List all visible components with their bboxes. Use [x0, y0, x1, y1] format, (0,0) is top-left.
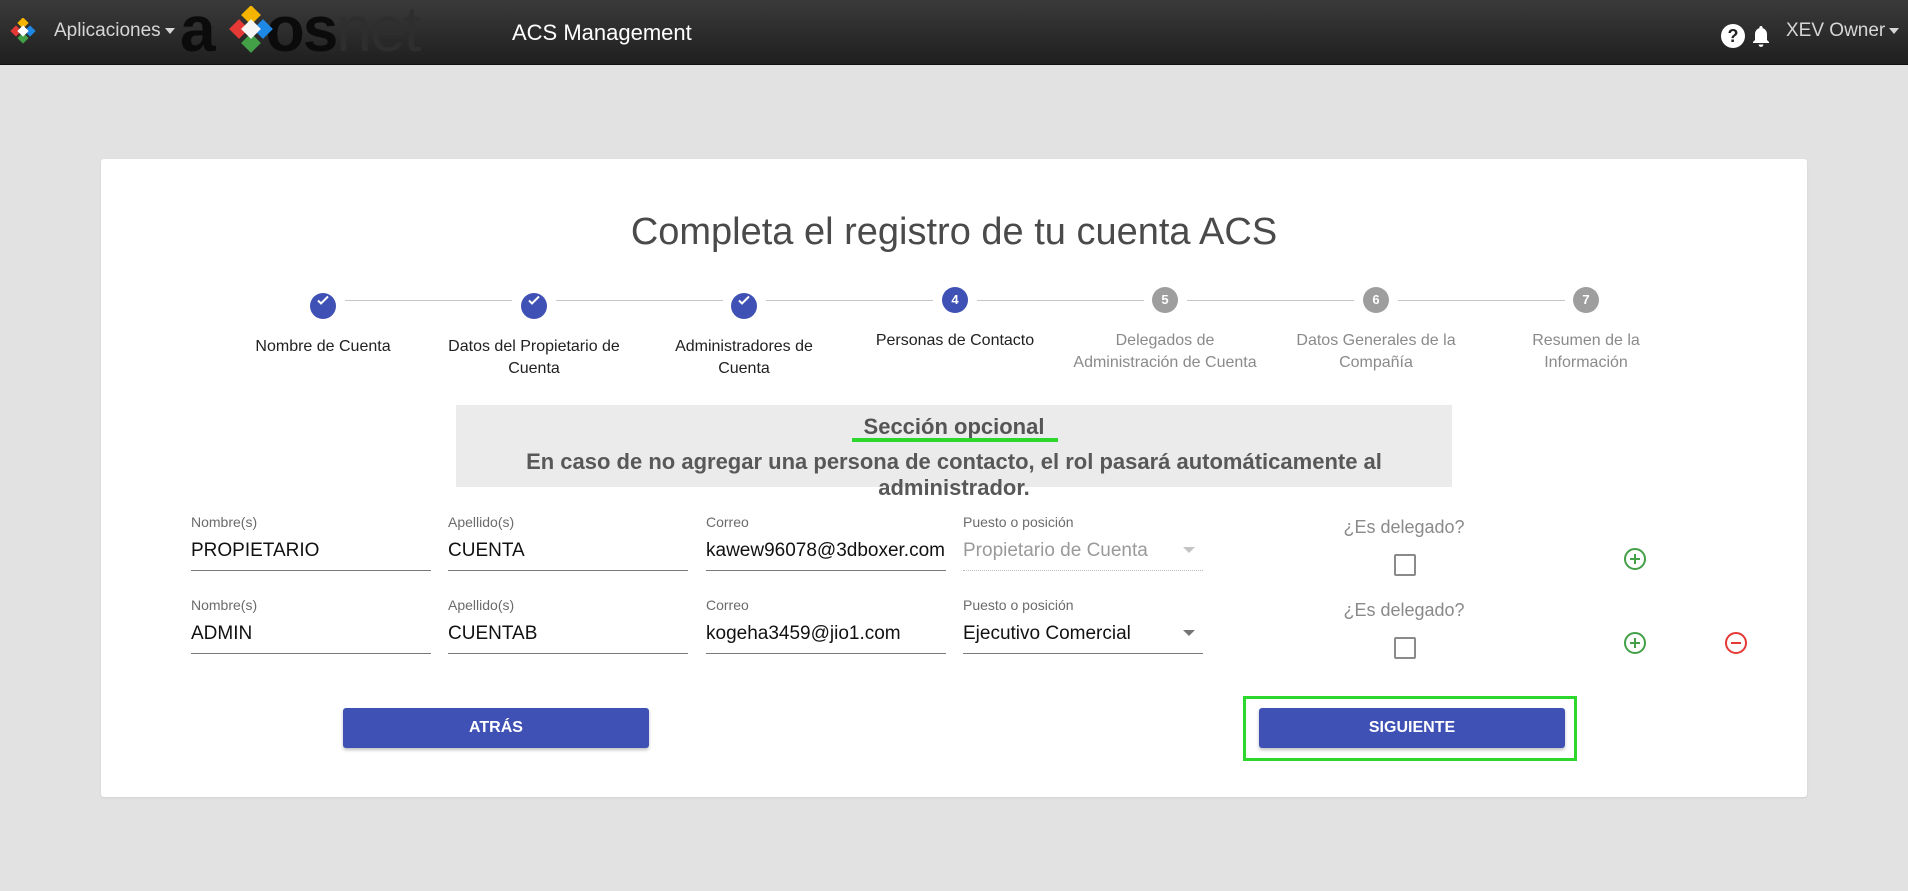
last-name-input[interactable]: CUENTAB — [448, 615, 688, 654]
email-input[interactable]: kogeha3459@jio1.com — [706, 615, 946, 654]
app-title: ACS Management — [512, 20, 692, 45]
position-select-value[interactable]: Ejecutivo Comercial — [963, 615, 1203, 654]
caret-down-icon — [1889, 27, 1900, 34]
help-icon[interactable]: ? — [1721, 24, 1745, 48]
check-icon — [521, 293, 547, 319]
step-label: Personas de Contacto — [875, 332, 1035, 349]
next-button[interactable]: SIGUIENTE — [1259, 708, 1565, 748]
last-name-field[interactable]: Apellido(s) CUENTA — [448, 514, 688, 571]
position-select: Puesto o posición Propietario de Cuenta — [963, 514, 1203, 571]
top-navbar: Aplicaciones a osnet ACS Management ? XEV… — [0, 0, 1908, 65]
page-title: Completa el registro de tu cuenta ACS — [630, 211, 1278, 253]
step-datos-propietario[interactable]: Datos del Propietario de Cuenta — [439, 287, 629, 380]
step-delegados[interactable]: 5 Delegados de Administración de Cuenta — [1070, 287, 1260, 374]
delegate-label: ¿Es delegado? — [1343, 600, 1465, 620]
delegate-label: ¿Es delegado? — [1343, 517, 1465, 537]
notice-text: En caso de no agregar una persona de con… — [526, 449, 1382, 500]
check-icon — [731, 293, 757, 319]
check-icon — [310, 293, 336, 319]
add-circle-icon[interactable] — [1623, 631, 1647, 655]
field-label: Apellido(s) — [448, 514, 515, 530]
user-menu[interactable]: XEV Owner — [1786, 20, 1900, 42]
remove-circle-icon[interactable] — [1724, 631, 1748, 655]
optional-section-notice: Sección opcional En caso de no agregar u… — [456, 405, 1452, 500]
field-label: Correo — [706, 597, 749, 613]
delegate-checkbox[interactable] — [1394, 554, 1416, 576]
step-label: Resumen de la Información — [1532, 332, 1640, 371]
field-label: Apellido(s) — [448, 597, 515, 613]
apps-menu[interactable]: Aplicaciones — [54, 20, 175, 42]
delegate-checkbox[interactable] — [1394, 637, 1416, 659]
step-label: Administradores de Cuenta — [675, 338, 813, 377]
notice-highlight-underline — [852, 438, 1058, 442]
caret-down-icon — [1183, 630, 1195, 636]
step-number: 6 — [1363, 287, 1389, 313]
first-name-input[interactable]: PROPIETARIO — [191, 532, 431, 571]
field-label: Nombre(s) — [191, 597, 258, 613]
brand-mark-icon — [229, 6, 273, 53]
first-name-field[interactable]: Nombre(s) ADMIN — [191, 597, 431, 654]
step-personas-de-contacto[interactable]: 4 Personas de Contacto — [860, 287, 1050, 352]
brand-logo-part: net — [336, 0, 421, 65]
notice-title: Sección opcional — [863, 414, 1045, 439]
caret-down-icon — [164, 27, 175, 34]
add-circle-icon[interactable] — [1623, 547, 1647, 571]
email-input[interactable]: kawew96078@3dboxer.com — [706, 532, 946, 571]
field-label: Correo — [706, 514, 749, 530]
apps-menu-label: Aplicaciones — [54, 20, 161, 41]
position-select-value: Propietario de Cuenta — [963, 532, 1203, 571]
step-label: Delegados de Administración de Cuenta — [1073, 332, 1257, 371]
first-name-field[interactable]: Nombre(s) PROPIETARIO — [191, 514, 431, 571]
brand-logo: a osnet — [180, 0, 421, 65]
caret-down-icon — [1183, 547, 1195, 553]
step-number: 5 — [1152, 287, 1178, 313]
step-label: Datos Generales de la Compañía — [1296, 332, 1456, 371]
field-label: Nombre(s) — [191, 514, 258, 530]
field-label: Puesto o posición — [963, 597, 1074, 613]
position-select[interactable]: Puesto o posición Ejecutivo Comercial — [963, 597, 1203, 654]
app-grid-logo-icon[interactable] — [10, 18, 36, 44]
step-number: 4 — [942, 287, 968, 313]
bell-icon[interactable] — [1750, 24, 1772, 48]
step-number: 7 — [1573, 287, 1599, 313]
step-label: Nombre de Cuenta — [255, 338, 391, 355]
step-label: Datos del Propietario de Cuenta — [448, 338, 620, 377]
last-name-input[interactable]: CUENTA — [448, 532, 688, 571]
email-field[interactable]: Correo kogeha3459@jio1.com — [706, 597, 946, 654]
last-name-field[interactable]: Apellido(s) CUENTAB — [448, 597, 688, 654]
user-menu-label: XEV Owner — [1786, 20, 1886, 41]
step-administradores[interactable]: Administradores de Cuenta — [649, 287, 839, 380]
back-button[interactable]: ATRÁS — [343, 708, 649, 748]
registration-card: Completa el registro de tu cuenta ACS No… — [101, 159, 1807, 797]
field-label: Puesto o posición — [963, 514, 1074, 530]
brand-logo-part: os — [265, 0, 339, 65]
first-name-input[interactable]: ADMIN — [191, 615, 431, 654]
email-field[interactable]: Correo kawew96078@3dboxer.com — [706, 514, 946, 571]
step-resumen[interactable]: 7 Resumen de la Información — [1491, 287, 1681, 374]
step-datos-generales[interactable]: 6 Datos Generales de la Compañía — [1281, 287, 1471, 374]
brand-logo-part: a — [180, 0, 216, 65]
step-nombre-de-cuenta[interactable]: Nombre de Cuenta — [228, 287, 418, 358]
